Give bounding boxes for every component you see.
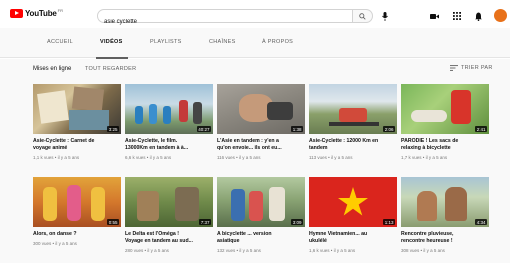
- tab-videos[interactable]: VIDÉOS: [100, 39, 123, 45]
- sort-button[interactable]: TRIER PAR: [450, 65, 493, 71]
- video-duration: 1:38: [291, 126, 303, 132]
- create-video-icon: [429, 13, 439, 19]
- video-meta: 6,6 k vues • il y a 5 ans: [125, 155, 172, 160]
- video-title[interactable]: Asie-Cyclette : Carnet de voyage animé: [33, 138, 121, 152]
- video-duration: 1:13: [383, 219, 395, 225]
- video-title[interactable]: Alors, on danse ?: [33, 231, 121, 238]
- video-meta: 113 vues • il y a 5 ans: [309, 155, 353, 160]
- youtube-logo-icon: [10, 9, 23, 18]
- video-meta: 1,7 k vues • il y a 5 ans: [401, 155, 448, 160]
- video-thumbnail[interactable]: 1:38: [217, 84, 305, 134]
- video-title[interactable]: Hymne Vietnamien... au ukulélé: [309, 231, 397, 245]
- video-title-line: Asie-Cyclette : Carnet de: [33, 138, 95, 144]
- notifications-button[interactable]: [472, 10, 484, 22]
- video-title[interactable]: Rencontre pluvieuse, rencontre heureuse …: [401, 231, 489, 245]
- mic-icon: [382, 11, 388, 21]
- video-title[interactable]: Asie-Cyclette, le film. 13000Km en tande…: [125, 138, 213, 152]
- section-title: Mises en ligne: [33, 66, 72, 72]
- video-thumbnail[interactable]: 7:37: [125, 177, 213, 227]
- search-icon: [359, 12, 366, 20]
- video-thumbnail[interactable]: 2:41: [401, 84, 489, 134]
- video-duration: 2:41: [475, 126, 487, 132]
- video-title-line: A bicyclette ... version: [217, 231, 272, 237]
- video-title-line: Alors, on danse ?: [33, 231, 77, 237]
- video-title-line: PARODIE ! Les sacs de: [401, 138, 459, 144]
- video-title-line: voyage animé: [33, 145, 68, 151]
- video-title-line: L'Asie en tandem : y'en a: [217, 138, 279, 144]
- search-box[interactable]: [97, 9, 353, 28]
- notifications-bell-icon: [474, 12, 482, 21]
- video-title-line: Voyage en tandem au sud...: [125, 238, 193, 244]
- logo-text: YouTube: [25, 9, 57, 18]
- create-button[interactable]: [428, 10, 440, 22]
- video-meta: 308 vues • il y a 5 ans: [401, 248, 445, 253]
- video-duration: 4:34: [475, 219, 487, 225]
- video-thumbnail[interactable]: 3:25: [33, 84, 121, 134]
- video-title[interactable]: A bicyclette ... version asiatique: [217, 231, 305, 245]
- sort-label: TRIER PAR: [461, 65, 493, 71]
- video-title-line: qu'on envoie... ils ont eu...: [217, 145, 282, 151]
- video-title-line: Rencontre pluvieuse,: [401, 231, 454, 237]
- video-duration: 3:25: [107, 126, 119, 132]
- tab-chaines[interactable]: CHAÎNES: [209, 39, 236, 45]
- video-meta: 280 vues • il y a 5 ans: [125, 248, 169, 253]
- tab-accueil[interactable]: ACCUEIL: [47, 39, 73, 45]
- video-title[interactable]: L'Asie en tandem : y'en a qu'on envoie..…: [217, 138, 305, 152]
- video-thumbnail[interactable]: 40:27: [125, 84, 213, 134]
- video-title-line: 13000Km en tandem à à...: [125, 145, 189, 151]
- apps-grid-icon: [453, 12, 461, 20]
- video-duration: 7:37: [199, 219, 211, 225]
- video-duration: 0:55: [107, 219, 119, 225]
- channel-tabs: ACCUEIL VIDÉOS PLAYLISTS CHAÎNES À PROPO…: [0, 28, 510, 58]
- video-meta: 116 vues • il y a 5 ans: [217, 155, 261, 160]
- search-input[interactable]: [98, 16, 352, 28]
- videos-section: Mises en ligne TOUT REGARDER TRIER PAR 3…: [0, 59, 510, 263]
- video-title[interactable]: Le Delta est l'Oméga ! Voyage en tandem …: [125, 231, 213, 245]
- video-title-line: tandem: [309, 145, 328, 151]
- video-duration: 40:27: [196, 126, 211, 132]
- video-title-line: rencontre heureuse !: [401, 238, 453, 244]
- video-duration: 2:06: [383, 126, 395, 132]
- apps-button[interactable]: [451, 10, 463, 22]
- video-title-line: ukulélé: [309, 238, 327, 244]
- sort-icon: [450, 65, 458, 71]
- video-title-line: Le Delta est l'Oméga !: [125, 231, 179, 237]
- video-title-line: relaxing à bicyclette: [401, 145, 451, 151]
- voice-search-button[interactable]: [379, 10, 391, 22]
- video-meta: 300 vues • il y a 5 ans: [33, 241, 77, 246]
- video-title[interactable]: Asie-Cyclette : 12000 Km en tandem: [309, 138, 397, 152]
- video-title-line: Asie-Cyclette : 12000 Km en: [309, 138, 379, 144]
- video-meta: 1,1 k vues • il y a 5 ans: [33, 155, 80, 160]
- video-title-line: asiatique: [217, 238, 240, 244]
- youtube-logo[interactable]: YouTube FR: [10, 8, 63, 18]
- video-thumbnail[interactable]: 3:09: [217, 177, 305, 227]
- logo-country: FR: [57, 8, 63, 13]
- video-thumbnail[interactable]: 2:06: [309, 84, 397, 134]
- video-thumbnail[interactable]: 1:13: [309, 177, 397, 227]
- video-thumbnail[interactable]: 4:34: [401, 177, 489, 227]
- tab-a-propos[interactable]: À PROPOS: [262, 39, 293, 45]
- user-avatar[interactable]: [494, 9, 507, 22]
- video-title[interactable]: PARODIE ! Les sacs de relaxing à bicycle…: [401, 138, 489, 152]
- video-title-line: Hymne Vietnamien... au: [309, 231, 368, 237]
- video-thumbnail[interactable]: 0:55: [33, 177, 121, 227]
- masthead: YouTube FR: [0, 0, 510, 28]
- view-all-link[interactable]: TOUT REGARDER: [85, 66, 136, 72]
- video-duration: 3:09: [291, 219, 303, 225]
- video-meta: 132 vues • il y a 5 ans: [217, 248, 261, 253]
- tab-playlists[interactable]: PLAYLISTS: [150, 39, 182, 45]
- video-meta: 1,6 k vues • il y a 5 ans: [309, 248, 356, 253]
- video-title-line: Asie-Cyclette, le film.: [125, 138, 178, 144]
- search-button[interactable]: [353, 9, 373, 23]
